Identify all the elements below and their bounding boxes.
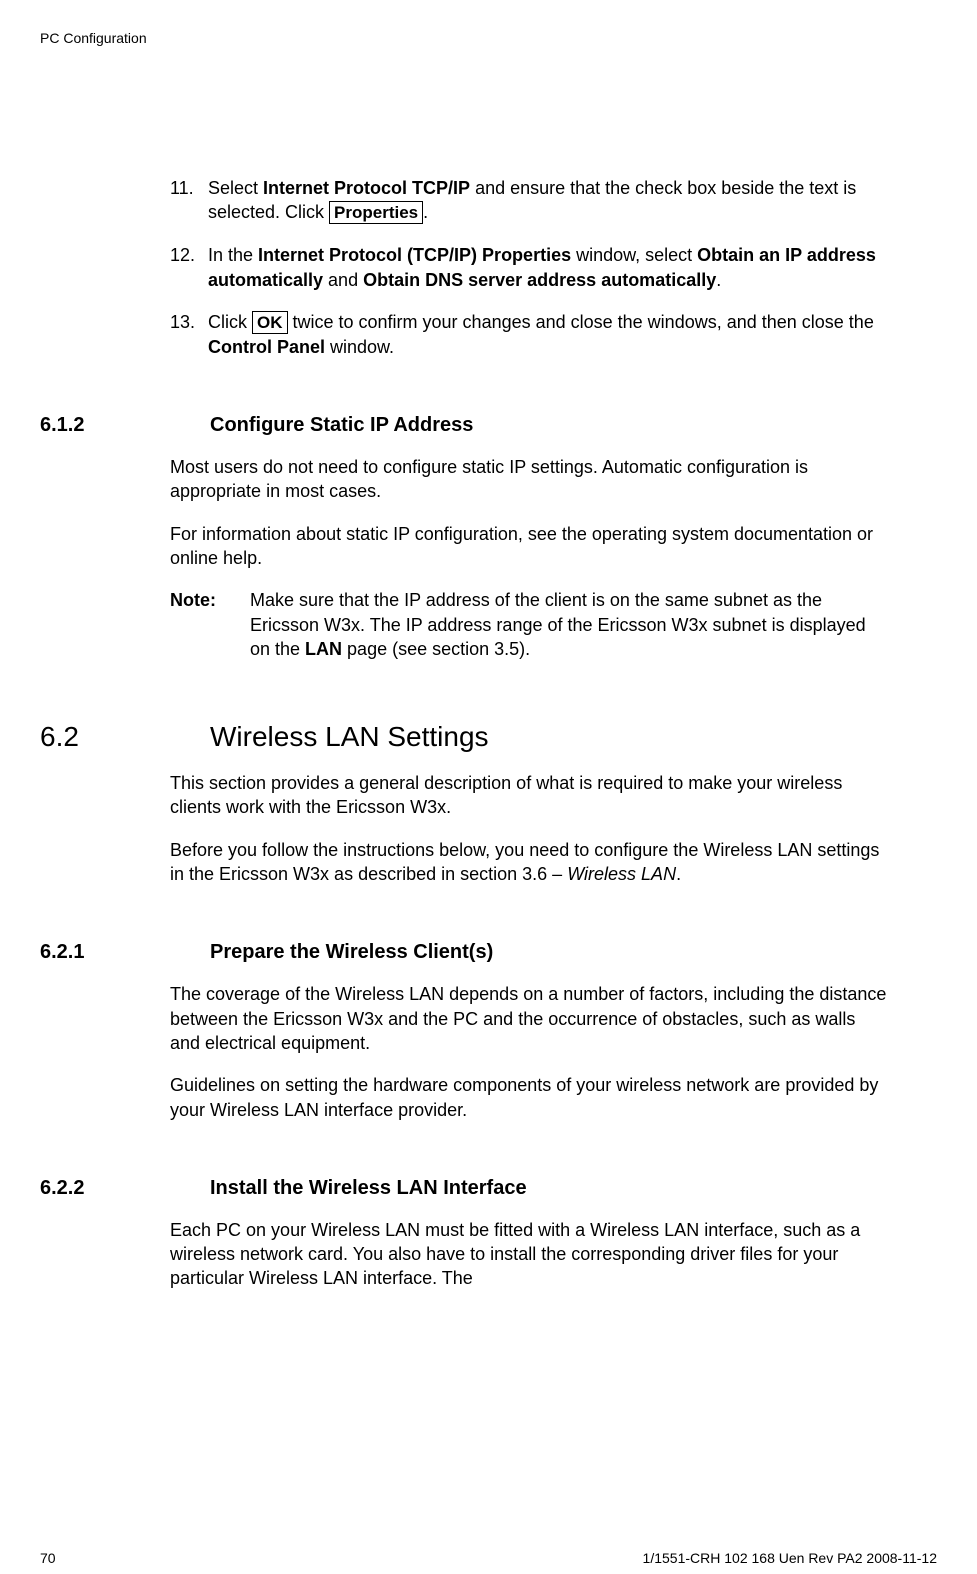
section-number: 6.2.2: [40, 1177, 210, 1200]
main-content: 11. Select Internet Protocol TCP/IP and …: [170, 176, 890, 1291]
ok-button-label: OK: [252, 311, 288, 334]
section-6-2-1-heading: 6.2.1 Prepare the Wireless Client(s): [170, 941, 890, 964]
step-number: 13.: [170, 310, 208, 359]
text: page (see section 3.5).: [342, 639, 530, 659]
note: Note: Make sure that the IP address of t…: [170, 588, 890, 661]
bold-text: Control Panel: [208, 337, 325, 357]
section-6-2-2-heading: 6.2.2 Install the Wireless LAN Interface: [170, 1177, 890, 1200]
text: In the: [208, 245, 258, 265]
section-number: 6.1.2: [40, 414, 210, 437]
step-11: 11. Select Internet Protocol TCP/IP and …: [170, 176, 890, 225]
bold-text: LAN: [305, 639, 342, 659]
text: Click: [208, 312, 252, 332]
step-13: 13. Click OK twice to confirm your chang…: [170, 310, 890, 359]
text: .: [676, 864, 681, 884]
section-6-1-2-heading: 6.1.2 Configure Static IP Address: [170, 414, 890, 437]
text: Select: [208, 178, 263, 198]
section-title: Prepare the Wireless Client(s): [210, 941, 493, 964]
paragraph: Before you follow the instructions below…: [170, 838, 890, 887]
section-title: Configure Static IP Address: [210, 414, 473, 437]
text: and: [323, 270, 363, 290]
text: .: [423, 202, 428, 222]
step-number: 11.: [170, 176, 208, 225]
properties-button-label: Properties: [329, 201, 423, 224]
text: .: [716, 270, 721, 290]
section-number: 6.2.1: [40, 941, 210, 964]
page-header: PC Configuration: [40, 30, 917, 46]
section-title: Wireless LAN Settings: [210, 721, 489, 753]
section-6-2-heading: 6.2 Wireless LAN Settings: [170, 721, 890, 753]
bold-text: Internet Protocol TCP/IP: [263, 178, 470, 198]
step-body: Click OK twice to confirm your changes a…: [208, 310, 890, 359]
paragraph: Guidelines on setting the hardware compo…: [170, 1073, 890, 1122]
page-footer: 70 1/1551-CRH 102 168 Uen Rev PA2 2008-1…: [40, 1550, 937, 1566]
section-number: 6.2: [40, 721, 210, 753]
document-id: 1/1551-CRH 102 168 Uen Rev PA2 2008-11-1…: [643, 1550, 937, 1566]
step-12: 12. In the Internet Protocol (TCP/IP) Pr…: [170, 243, 890, 292]
text: window.: [325, 337, 394, 357]
step-body: Select Internet Protocol TCP/IP and ensu…: [208, 176, 890, 225]
paragraph: Each PC on your Wireless LAN must be fit…: [170, 1218, 890, 1291]
paragraph: Most users do not need to configure stat…: [170, 455, 890, 504]
step-body: In the Internet Protocol (TCP/IP) Proper…: [208, 243, 890, 292]
note-body: Make sure that the IP address of the cli…: [250, 588, 890, 661]
text: window, select: [571, 245, 697, 265]
italic-text: Wireless LAN: [567, 864, 676, 884]
text: twice to confirm your changes and close …: [288, 312, 874, 332]
paragraph: The coverage of the Wireless LAN depends…: [170, 982, 890, 1055]
paragraph: This section provides a general descript…: [170, 771, 890, 820]
page-number: 70: [40, 1550, 56, 1566]
bold-text: Internet Protocol (TCP/IP) Properties: [258, 245, 571, 265]
section-title: Install the Wireless LAN Interface: [210, 1177, 527, 1200]
bold-text: Obtain DNS server address automatically: [363, 270, 716, 290]
step-number: 12.: [170, 243, 208, 292]
paragraph: For information about static IP configur…: [170, 522, 890, 571]
text: Before you follow the instructions below…: [170, 840, 879, 884]
note-label: Note:: [170, 588, 250, 661]
